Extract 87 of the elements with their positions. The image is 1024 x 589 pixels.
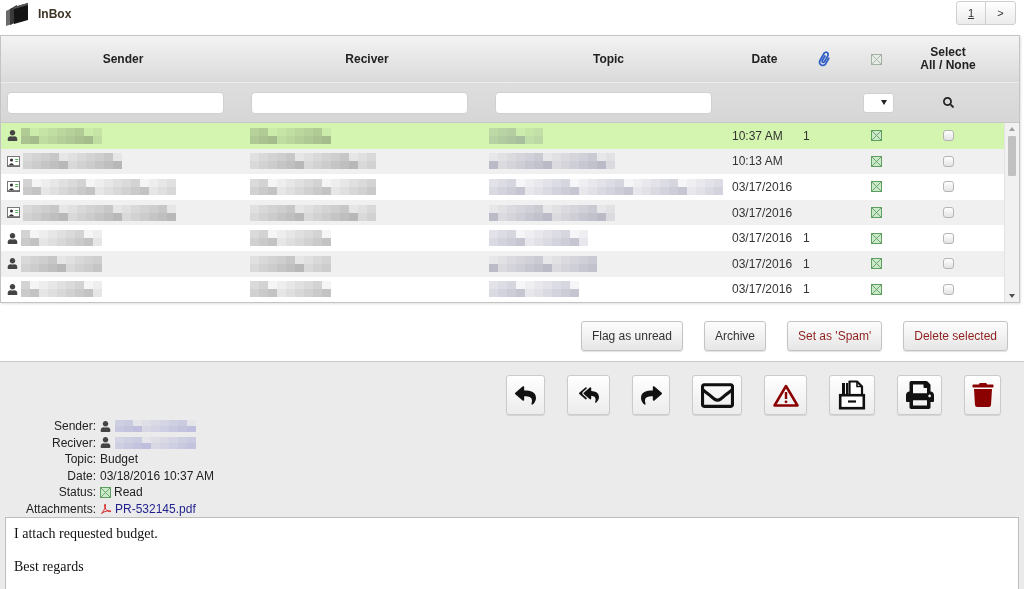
- attachment-count: 1: [803, 127, 810, 145]
- filter-dropdown[interactable]: [863, 92, 894, 113]
- contact-card-icon: [7, 207, 20, 219]
- forward-button[interactable]: [632, 375, 670, 415]
- reply-all-button[interactable]: [567, 375, 610, 415]
- page-button[interactable]: 1: [957, 2, 986, 24]
- date-text: 10:37 AM: [732, 127, 783, 145]
- date-text: 03/17/2016: [732, 255, 793, 273]
- row-checkbox[interactable]: [942, 283, 954, 295]
- date-text: 03/17/2016: [732, 179, 793, 196]
- row-checkbox[interactable]: [942, 232, 954, 244]
- table-row[interactable]: 03/17/2016 1: [1, 250, 1004, 277]
- printer-icon: [905, 381, 934, 409]
- action-button[interactable]: Delete selected: [903, 321, 1008, 351]
- field-label: Date:: [66, 467, 96, 484]
- date-text: 10:13 AM: [732, 153, 783, 171]
- person-icon: [7, 283, 18, 295]
- crossed-box-icon: [870, 53, 882, 65]
- scrollbar[interactable]: [1004, 123, 1019, 302]
- message-paragraph: Best regards: [14, 558, 85, 576]
- file-drawer-button[interactable]: [829, 375, 875, 415]
- scroll-down-icon[interactable]: [1009, 294, 1015, 298]
- warning-triangle-icon: [772, 383, 799, 407]
- trash-icon: [970, 383, 995, 407]
- field-label: Attachments:: [24, 500, 96, 517]
- row-checkbox[interactable]: [942, 181, 954, 193]
- pixelated-text-drawing: [489, 127, 543, 144]
- date-text: 03/17/2016: [732, 281, 793, 299]
- filter-input[interactable]: [7, 91, 224, 114]
- search-icon[interactable]: [942, 97, 954, 108]
- attachment-count: 1: [803, 281, 810, 299]
- row-checkbox[interactable]: [942, 207, 954, 219]
- date-text: 03/17/2016: [732, 204, 793, 222]
- person-icon: [100, 437, 111, 449]
- field-label: Topic:: [63, 451, 96, 468]
- row-checkbox[interactable]: [942, 130, 954, 142]
- scroll-up-icon[interactable]: [1009, 127, 1015, 131]
- next-page-button[interactable]: >: [986, 2, 1015, 24]
- print-button[interactable]: [897, 375, 942, 415]
- field-label: Sender:: [52, 418, 96, 435]
- attachment-link[interactable]: PR-532145.pdf: [115, 500, 196, 517]
- table-row[interactable]: 03/17/2016: [1, 199, 1004, 226]
- reply-arrow-icon: [515, 384, 536, 406]
- pdf-file-icon: [100, 502, 112, 515]
- message-paragraph: I attach requested budget.: [14, 525, 159, 543]
- filter-input[interactable]: [495, 91, 712, 114]
- table-row[interactable]: 03/17/2016 1: [1, 276, 1004, 302]
- column-header: Topic: [592, 51, 625, 68]
- row-checkbox[interactable]: [942, 258, 954, 270]
- field-value: 03/18/2016 10:37 AM: [100, 467, 215, 484]
- attachment-count: 1: [803, 230, 810, 248]
- mail-button[interactable]: [692, 375, 742, 415]
- contact-card-icon: [7, 155, 20, 167]
- caret-icon: [881, 100, 887, 105]
- field-value: Budget: [100, 451, 140, 468]
- row-checkbox[interactable]: [942, 155, 954, 167]
- column-header: Reciver: [345, 51, 389, 68]
- person-icon: [7, 232, 18, 244]
- action-button[interactable]: Set as 'Spam': [787, 321, 883, 351]
- folder-stack-icon: [5, 2, 29, 26]
- field-label: Status:: [57, 484, 96, 501]
- column-header: Sender: [102, 51, 144, 68]
- delete-button[interactable]: [964, 375, 1001, 415]
- scrollbar-thumb[interactable]: [1008, 136, 1016, 176]
- field-label: Reciver:: [51, 434, 96, 451]
- filter-input[interactable]: [251, 91, 468, 114]
- field-value: Read: [114, 484, 143, 501]
- table-row[interactable]: 10:13 AM: [1, 148, 1004, 175]
- table-row[interactable]: 10:37 AM 1: [1, 123, 1004, 149]
- contact-card-icon: [7, 181, 20, 193]
- person-icon: [7, 130, 18, 142]
- action-button[interactable]: Archive: [703, 321, 766, 351]
- file-drawer-icon: [838, 380, 866, 410]
- crossed-box-icon: [100, 486, 111, 498]
- reply-button[interactable]: [506, 375, 545, 415]
- person-icon: [7, 258, 18, 270]
- column-header: Select: [930, 46, 966, 59]
- action-button[interactable]: Flag as unread: [580, 321, 683, 351]
- double-reply-arrow-icon: [578, 385, 599, 405]
- attachment-count: 1: [803, 255, 810, 273]
- person-icon: [100, 420, 111, 432]
- date-text: 03/17/2016: [732, 230, 793, 248]
- select-all-none-link[interactable]: All / None: [920, 59, 976, 72]
- folder-title: InBox: [38, 6, 72, 23]
- warning-button[interactable]: [764, 375, 807, 415]
- column-header: Date: [751, 51, 778, 68]
- forward-arrow-icon: [640, 384, 662, 406]
